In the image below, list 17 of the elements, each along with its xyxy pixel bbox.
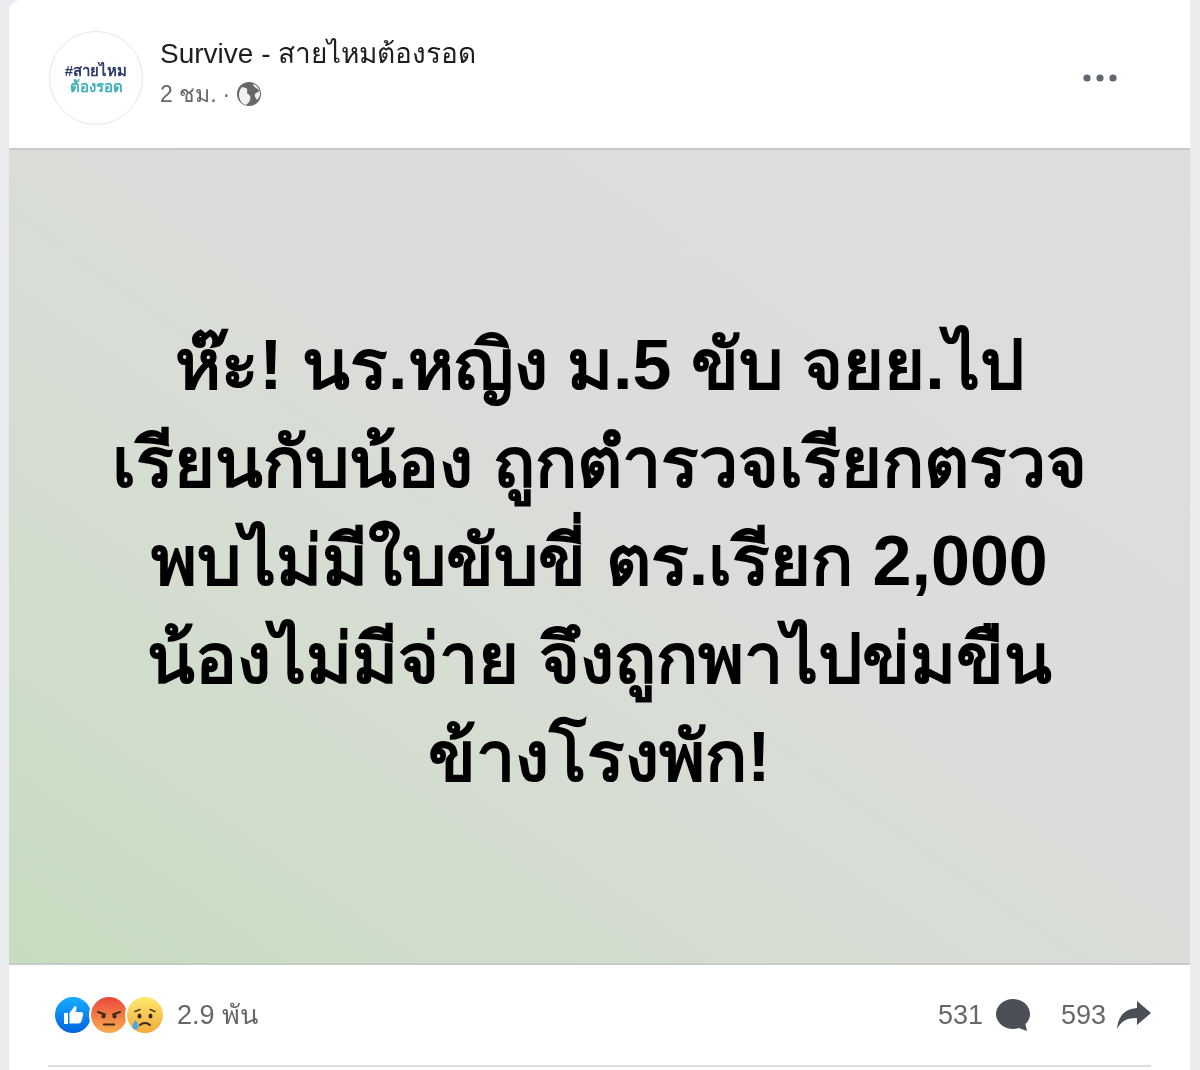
page-avatar[interactable]: #สายไหม ต้องรอด [49,31,143,125]
avatar-logo-text: ต้องรอด [69,78,123,94]
comment-count[interactable]: 531 [937,994,983,1036]
post-time[interactable]: 2 ชม. [160,80,217,108]
angry-face-icon [89,995,129,1035]
post-message: ห๊ะ! นร.หญิง ม.5 ขับ จยย.ไป เรียนกับน้อง ถูกตำรวจเรียกตรวจ พบไม่มีใบขับขี่ ตร.เรียก 2,000 น้องไม่มีจ่าย จึงถูกพาไปข่มขืน ข้างโรงพัก! [112,324,1087,798]
comment-icon [994,998,1031,1032]
avatar-logo-text: #สายไหม [64,62,128,78]
share-count[interactable]: 593 [1060,994,1106,1036]
reaction-count[interactable]: 2.9 พัน [177,994,259,1036]
more-dots-icon [1083,74,1117,82]
sad-face-icon [125,995,165,1035]
globe-icon [236,81,263,107]
page-name[interactable]: Survive - สายไหมต้องรอด [160,36,477,72]
separator-dot: · [222,80,231,108]
share-arrow-icon [1116,1000,1152,1030]
like-icon [53,995,93,1035]
